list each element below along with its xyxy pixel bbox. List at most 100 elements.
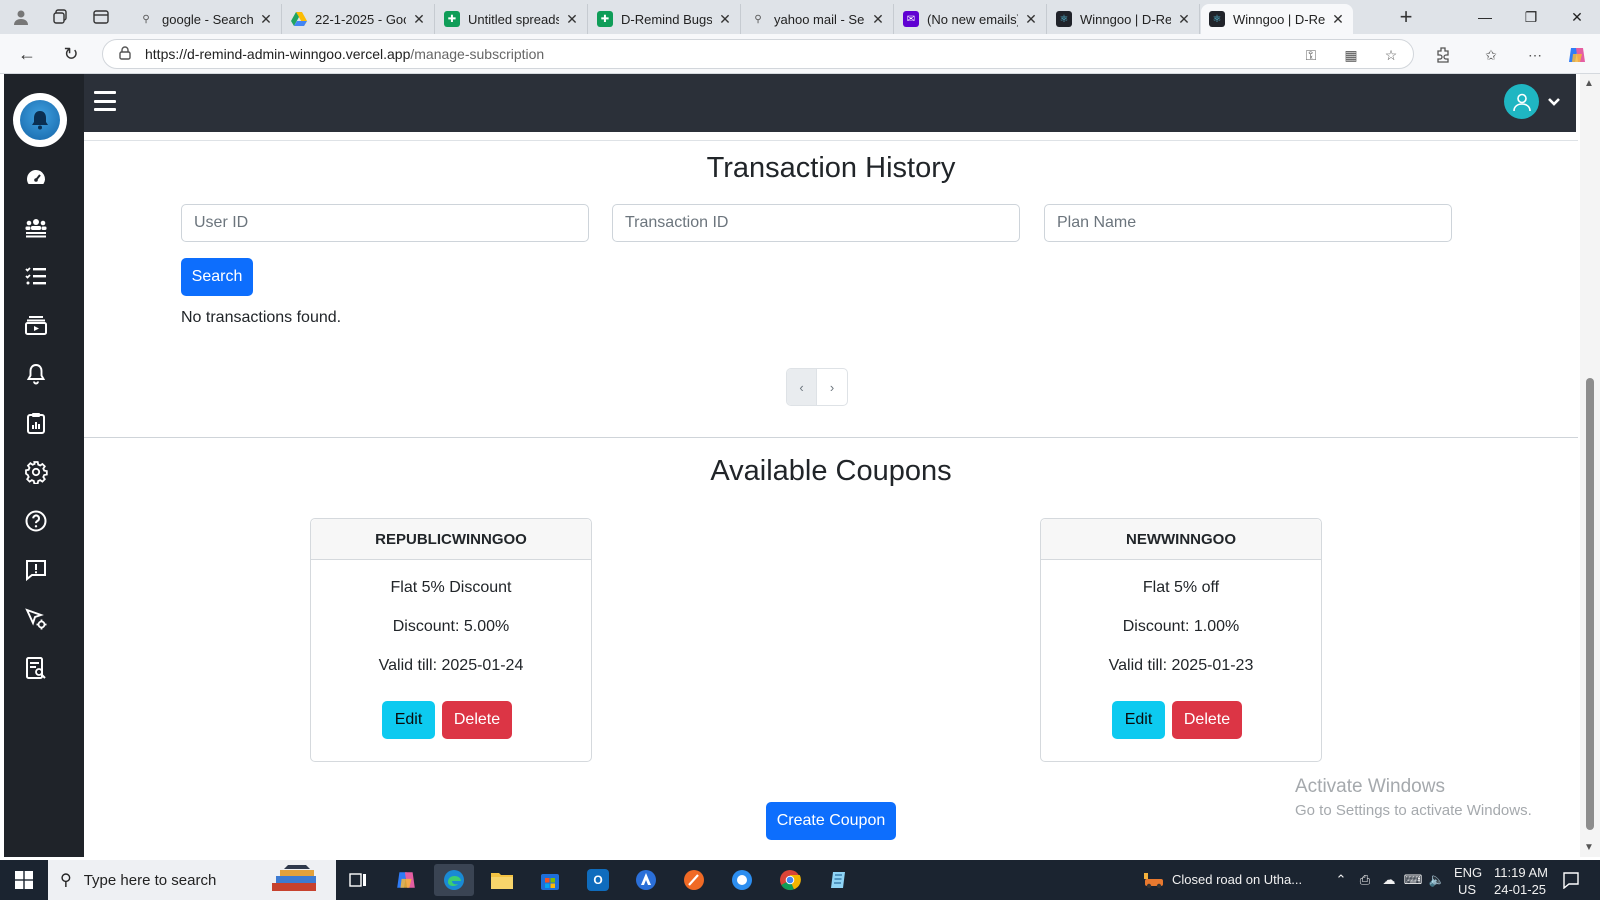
page-scrollbar[interactable]: ▲ ▼ [1580,74,1600,857]
vertical-tabs-icon[interactable] [88,5,114,29]
apps-icon[interactable]: ▦ [1340,44,1362,66]
task-view-icon[interactable] [338,864,378,896]
file-explorer-icon[interactable] [482,864,522,896]
transaction-history-title: Transaction History [706,152,956,184]
minimize-icon[interactable]: — [1462,0,1508,34]
hamburger-menu-icon[interactable] [94,91,116,111]
more-menu-icon[interactable]: ⋯ [1524,44,1546,66]
news-ticker[interactable]: Closed road on Utha... [1172,872,1302,887]
close-tab-icon[interactable]: ✕ [1177,11,1191,28]
edit-coupon-button[interactable]: Edit [1112,701,1165,739]
close-tab-icon[interactable]: ✕ [412,11,426,28]
scroll-thumb[interactable] [1586,378,1594,830]
tab-title: Untitled spreadsh [468,11,559,27]
favorites-icon[interactable]: ✩ [1480,44,1502,66]
copilot-app-icon[interactable] [386,864,426,896]
delete-coupon-button[interactable]: Delete [1172,701,1242,739]
browser-tab[interactable]: ⚲ yahoo mail - Sear ✕ [742,4,894,34]
volume-muted-icon[interactable]: 🔈 [1428,871,1446,889]
close-tab-icon[interactable]: ✕ [718,11,732,28]
close-tab-icon[interactable]: ✕ [1331,11,1345,28]
google-sheets-icon: ✚ [444,11,460,27]
chevron-down-icon[interactable] [1546,94,1562,110]
create-coupon-button[interactable]: Create Coupon [766,802,896,840]
user-id-input[interactable] [181,204,589,242]
chrome-icon[interactable] [770,864,810,896]
pagination: ‹ › [786,368,848,406]
clipboard-icon[interactable] [18,405,54,441]
browser-tab[interactable]: ✉ (No new emails) - ✕ [895,4,1047,34]
scroll-up-icon[interactable]: ▲ [1584,78,1594,89]
edge-browser-icon[interactable] [434,864,474,896]
pagination-next-button[interactable]: › [817,369,847,405]
onedrive-icon[interactable]: ☁ [1380,871,1398,889]
tab-title: Winngoo | D-Rem [1080,11,1171,27]
back-arrow-icon[interactable]: ← [12,40,42,68]
meet-now-icon[interactable]: ⎙ [1356,871,1374,889]
key-icon[interactable]: ⚿ [1300,44,1322,66]
edit-coupon-button[interactable]: Edit [382,701,435,739]
chevron-up-icon[interactable]: ⌃ [1332,871,1350,889]
app-logo[interactable] [13,93,67,147]
plan-name-input[interactable] [1044,204,1452,242]
subscription-stack-icon[interactable] [18,307,54,343]
question-icon[interactable] [18,503,54,539]
close-tab-icon[interactable]: ✕ [1024,11,1038,28]
gear-icon[interactable] [18,454,54,490]
checklist-icon[interactable] [18,258,54,294]
transaction-id-input[interactable] [612,204,1020,242]
tab-title: D-Remind Bugs Sh [621,11,712,27]
browser-tab-active[interactable]: ⚛ Winngoo | D-Rem ✕ [1201,4,1353,34]
reload-icon[interactable]: ↻ [56,40,86,68]
news-weather-icon[interactable] [1142,871,1168,889]
outlook-icon[interactable]: O [578,864,618,896]
pagination-prev-button[interactable]: ‹ [787,369,817,405]
language-indicator[interactable]: ENG [1454,865,1482,880]
coupon-code: NEWWINNGOO [1041,519,1321,560]
blue-app-icon[interactable] [722,864,762,896]
browser-tab[interactable]: 22-1-2025 - Goog ✕ [283,4,435,34]
workspaces-icon[interactable] [48,5,74,29]
extensions-icon[interactable] [1432,44,1454,66]
windows-taskbar: ⚲ Type here to search O Closed road on U… [0,860,1600,900]
close-tab-icon[interactable]: ✕ [871,11,885,28]
scroll-down-icon[interactable]: ▼ [1584,842,1594,853]
orange-app-icon[interactable] [674,864,714,896]
clock-time[interactable]: 11:19 AM [1494,865,1548,880]
search-highlight-image [266,863,328,897]
notepad-icon[interactable] [818,864,858,896]
tab-title: (No new emails) - [927,11,1018,27]
url-field[interactable]: https://d-remind-admin-winngoo.vercel.ap… [102,39,1414,69]
profile-icon[interactable] [8,5,34,29]
notifications-icon[interactable] [1560,871,1582,889]
windows-start-icon[interactable] [0,860,48,900]
google-drive-icon [291,11,307,27]
bell-icon[interactable] [18,356,54,392]
app-launcher-icon[interactable] [626,864,666,896]
dashboard-gauge-icon[interactable] [18,160,54,196]
window-close-icon[interactable]: ✕ [1554,0,1600,34]
top-divider [84,140,1578,141]
user-avatar-icon[interactable] [1504,84,1539,119]
browser-tab[interactable]: ⚲ google - Search ✕ [130,4,282,34]
network-icon[interactable]: ⌨ [1404,871,1423,889]
new-tab-icon[interactable]: + [1392,4,1420,30]
taskbar-search-box[interactable]: ⚲ Type here to search [48,860,336,900]
message-alert-icon[interactable] [18,552,54,588]
close-tab-icon[interactable]: ✕ [259,11,273,28]
browser-tab[interactable]: ✚ D-Remind Bugs Sh ✕ [589,4,741,34]
region-indicator[interactable]: US [1458,882,1476,897]
clock-date[interactable]: 24-01-25 [1494,882,1546,897]
users-group-icon[interactable] [18,209,54,245]
copilot-icon[interactable] [1566,44,1588,66]
delete-coupon-button[interactable]: Delete [442,701,512,739]
restore-icon[interactable]: ❐ [1508,0,1554,34]
cursor-gear-icon[interactable] [18,601,54,637]
browser-tab[interactable]: ✚ Untitled spreadsh ✕ [436,4,588,34]
document-search-icon[interactable] [18,650,54,686]
favorite-star-icon[interactable]: ☆ [1380,44,1402,66]
close-tab-icon[interactable]: ✕ [565,11,579,28]
browser-tab[interactable]: ⚛ Winngoo | D-Rem ✕ [1048,4,1200,34]
microsoft-store-icon[interactable] [530,864,570,896]
search-button[interactable]: Search [181,258,253,296]
